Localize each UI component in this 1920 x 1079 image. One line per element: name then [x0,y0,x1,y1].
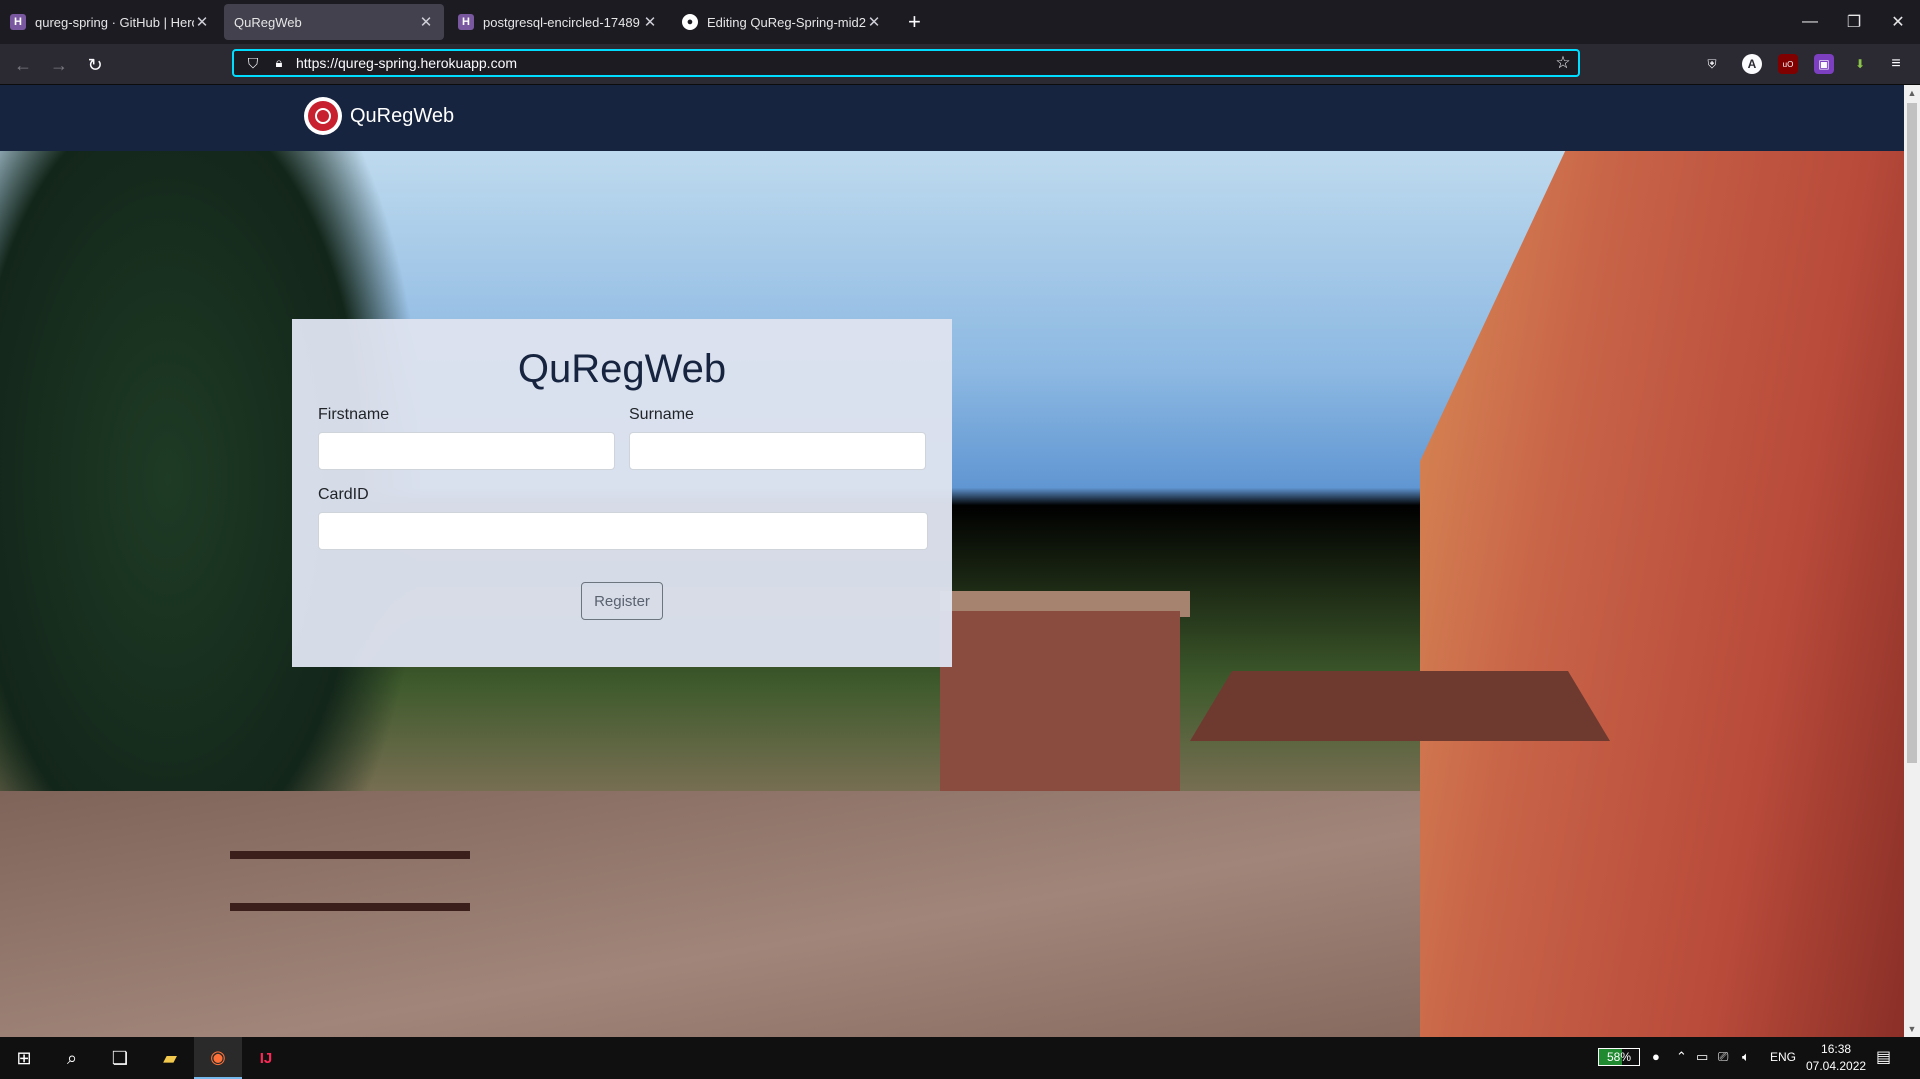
scrollbar-thumb[interactable] [1907,103,1917,763]
url-text[interactable]: https://qureg-spring.herokuapp.com [296,55,1548,71]
clock-time: 16:38 [1821,1042,1852,1056]
window-controls: — ❐ ✕ [1788,0,1920,44]
ublock-icon[interactable]: uO [1778,54,1798,74]
site-navbar: QuRegWeb [0,85,1904,151]
registration-card: QuRegWeb Firstname Surname CardID Regist… [292,319,952,667]
power-icon[interactable]: ▭ [1696,1049,1708,1065]
surname-input[interactable] [629,432,926,470]
university-logo-icon [304,97,342,135]
tab-label: qureg-spring · GitHub | Heroku [35,14,194,30]
heroku-icon: H [10,14,26,30]
tab-close-icon[interactable]: ✕ [866,13,882,31]
cardid-label: CardID [318,486,369,503]
battery-indicator[interactable]: 58% [1598,1048,1640,1066]
firstname-group: Firstname [318,406,615,470]
windows-start-icon[interactable]: ⊞ [0,1037,48,1079]
tab-close-icon[interactable]: ✕ [642,13,658,31]
back-button[interactable]: ← [10,52,36,78]
browser-tab-active[interactable]: QuRegWeb ✕ [224,4,444,40]
firstname-label: Firstname [318,406,390,423]
surname-label: Surname [629,406,694,423]
forward-button[interactable]: → [46,52,72,78]
network-icon[interactable]: ⎚ [1718,1049,1728,1065]
url-bar[interactable]: ⛉ 🔒︎ https://qureg-spring.herokuapp.com … [232,49,1580,77]
building-shape [1420,151,1904,1037]
task-view-icon[interactable]: ❏ [96,1037,144,1079]
tab-label: Editing QuReg-Spring-mid22/R [707,14,866,30]
canopy-shape [1190,671,1610,741]
pocket-icon[interactable]: ⛨ [1702,54,1722,74]
shield-icon[interactable]: ⛉ [238,55,268,72]
brand-name[interactable]: QuRegWeb [350,105,454,128]
close-window-button[interactable]: ✕ [1876,0,1920,44]
brand-link[interactable]: QuRegWeb [304,97,454,135]
building-shape [940,611,1180,811]
firstname-input[interactable] [318,432,615,470]
volume-icon[interactable]: 🔈︎ [1742,1049,1750,1065]
browser-tab[interactable]: ● Editing QuReg-Spring-mid22/R ✕ [672,4,892,40]
file-explorer-icon[interactable]: ▰ [146,1037,194,1079]
surname-group: Surname [629,406,926,470]
lock-icon[interactable]: 🔒︎ [268,55,290,71]
new-tab-button[interactable]: + [896,0,933,44]
page-viewport: QuRegWeb QuRegWeb Firstname Surname Card… [0,85,1920,1037]
scroll-up-icon[interactable]: ▲ [1904,85,1920,101]
tab-label: QuRegWeb [234,14,302,30]
browser-tabbar: H qureg-spring · GitHub | Heroku ✕ QuReg… [0,0,1920,44]
download-icon[interactable]: ⬇ [1850,54,1870,74]
browser-toolbar: ← → ↻ ⛉ 🔒︎ https://qureg-spring.herokuap… [0,44,1920,85]
notification-icon[interactable]: ▤ [1876,1047,1891,1067]
browser-tab[interactable]: H postgresql-encircled-17489 | He ✕ [448,4,668,40]
minimize-button[interactable]: — [1788,0,1832,44]
hero-background-image [0,151,1904,1037]
github-icon: ● [682,14,698,30]
heroku-icon: H [458,14,474,30]
language-indicator[interactable]: ENG [1770,1050,1796,1064]
bookmark-star-icon[interactable]: ☆ [1548,53,1578,73]
clock-date: 07.04.2022 [1806,1059,1867,1073]
bench-shape [230,851,470,911]
register-button[interactable]: Register [581,582,663,620]
windows-taskbar: ⊞ ⌕ ❏ ▰ ◉ IJ 58% ● ⌃ ▭ ⎚ 🔈︎ ENG 16:38 07… [0,1037,1920,1079]
chevron-up-icon[interactable]: ⌃ [1676,1049,1687,1065]
clock[interactable]: 16:38 07.04.2022 [1806,1041,1866,1075]
tab-close-icon[interactable]: ✕ [418,13,434,31]
search-icon[interactable]: ⌕ [48,1037,96,1079]
form-title: QuRegWeb [517,347,727,391]
reload-button[interactable]: ↻ [82,52,108,78]
account-icon[interactable]: A [1742,54,1762,74]
menu-icon[interactable]: ≡ [1886,54,1906,74]
microphone-icon[interactable]: ● [1652,1049,1660,1064]
extension-icon[interactable]: ▣ [1814,54,1834,74]
intellij-icon[interactable]: IJ [242,1037,290,1079]
tab-close-icon[interactable]: ✕ [194,13,210,31]
cardid-group: CardID [318,486,928,550]
cardid-input[interactable] [318,512,928,550]
page-scrollbar[interactable]: ▲ ▼ [1904,85,1920,1037]
restore-button[interactable]: ❐ [1832,0,1876,44]
tab-label: postgresql-encircled-17489 | He [483,14,642,30]
browser-tab[interactable]: H qureg-spring · GitHub | Heroku ✕ [0,4,220,40]
firefox-icon[interactable]: ◉ [194,1037,242,1079]
scroll-down-icon[interactable]: ▼ [1904,1021,1920,1037]
